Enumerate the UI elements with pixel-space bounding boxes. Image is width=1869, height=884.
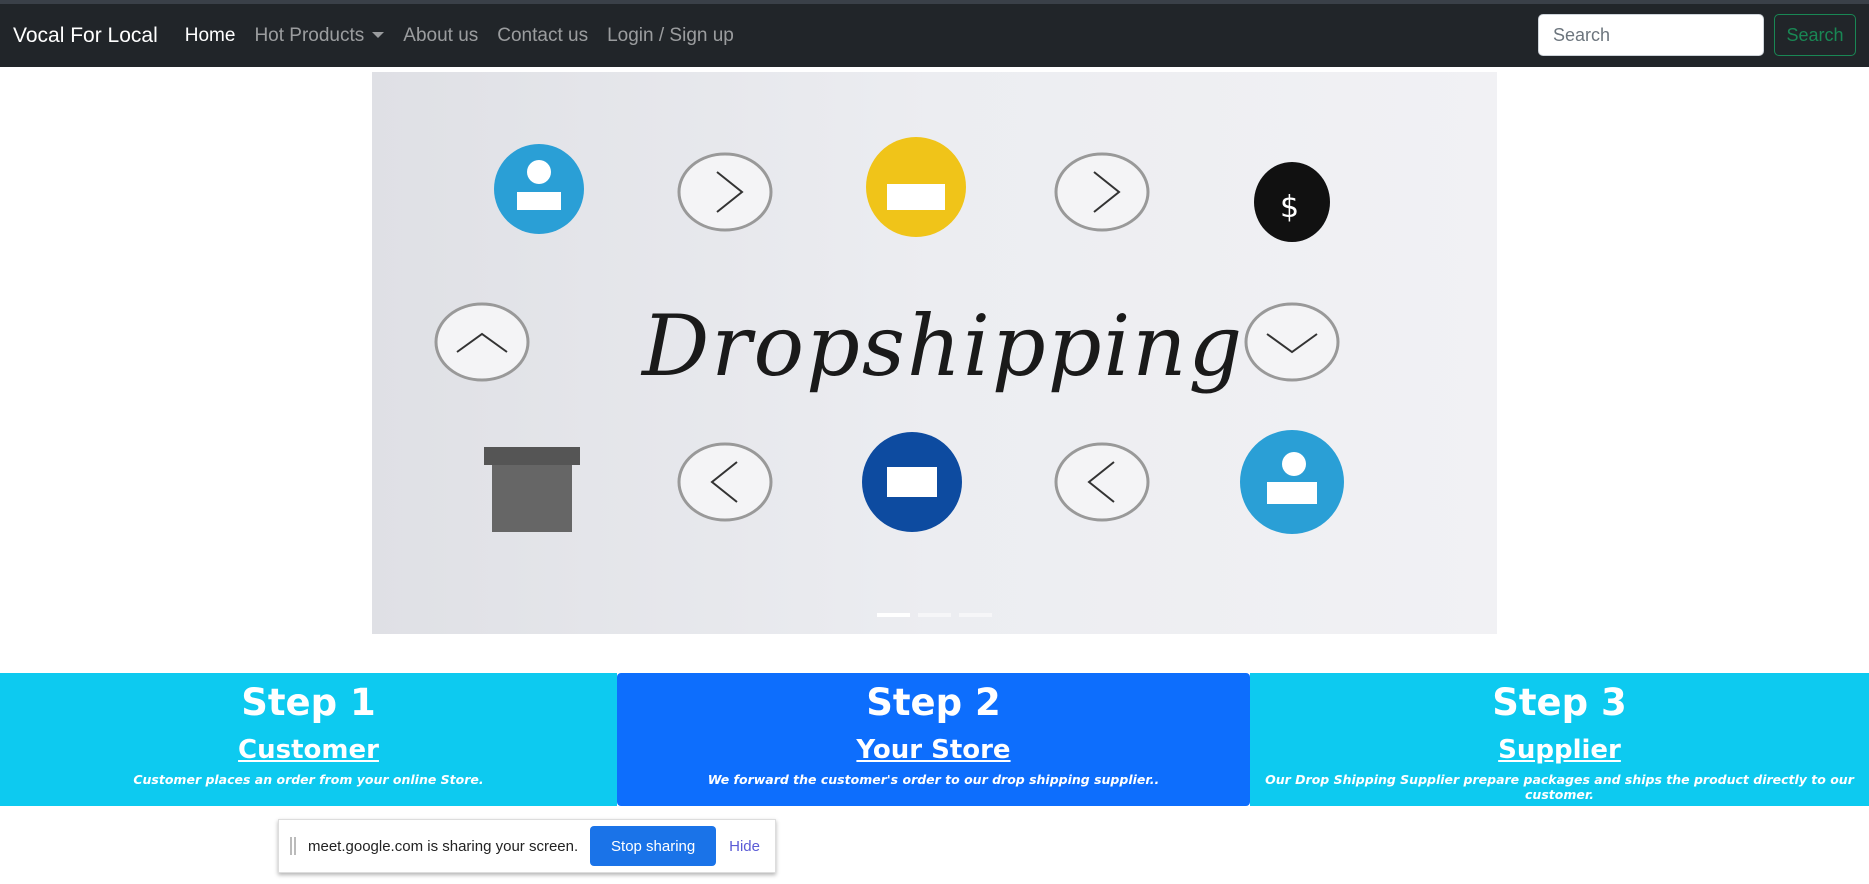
step-title: Step 2 <box>866 681 1001 724</box>
step-link-customer[interactable]: Customer <box>238 734 379 766</box>
search-button[interactable]: Search <box>1774 14 1856 56</box>
chevron-up-icon <box>434 302 530 382</box>
nav-contact[interactable]: Contact us <box>497 25 588 47</box>
nav-about[interactable]: About us <box>403 25 478 47</box>
carousel-image-text: Dropshipping <box>642 297 1245 395</box>
step-description: We forward the customer's order to our d… <box>707 772 1160 787</box>
carousel[interactable]: $ Dropshipping <box>372 72 1497 634</box>
hide-link[interactable]: Hide <box>729 838 760 855</box>
chevron-down-icon <box>1244 302 1340 382</box>
carousel-indicator-1[interactable] <box>877 613 910 617</box>
step-card-1: Step 1 Customer Customer places an order… <box>0 673 617 806</box>
nav-hot-products-label: Hot Products <box>254 24 365 46</box>
share-message: meet.google.com is sharing your screen. <box>308 837 579 855</box>
step-description: Our Drop Shipping Supplier prepare packa… <box>1265 772 1854 802</box>
carousel-indicator-2[interactable] <box>918 613 951 617</box>
step-title: Step 1 <box>241 681 376 724</box>
chevron-right-icon <box>677 152 773 232</box>
nav-login[interactable]: Login / Sign up <box>607 25 734 47</box>
step-description: Customer places an order from your onlin… <box>133 772 484 787</box>
customer-icon <box>494 144 584 234</box>
nav-hot-products[interactable]: Hot Products <box>254 24 385 47</box>
nav-home[interactable]: Home <box>185 25 236 47</box>
step-link-your-store[interactable]: Your Store <box>856 734 1010 766</box>
step-link-supplier[interactable]: Supplier <box>1498 734 1621 766</box>
brand-link[interactable]: Vocal For Local <box>13 24 158 48</box>
drag-handle-icon[interactable] <box>290 837 296 855</box>
carousel-indicators <box>877 613 992 617</box>
caret-down-icon <box>372 32 385 39</box>
stop-sharing-button[interactable]: Stop sharing <box>590 826 717 866</box>
chevron-left-icon <box>1054 442 1150 522</box>
svg-text:$: $ <box>1280 190 1299 225</box>
gift-icon <box>492 462 572 532</box>
chevron-left-icon <box>677 442 773 522</box>
carousel-indicator-3[interactable] <box>959 613 992 617</box>
step-card-3: Step 3 Supplier Our Drop Shipping Suppli… <box>1250 673 1869 806</box>
chevron-right-icon <box>1054 152 1150 232</box>
step-title: Step 3 <box>1492 681 1627 724</box>
screen-share-bar: meet.google.com is sharing your screen. … <box>278 819 776 873</box>
steps-section: Step 1 Customer Customer places an order… <box>0 673 1869 806</box>
search-input[interactable] <box>1538 14 1764 56</box>
step-card-2: Step 2 Your Store We forward the custome… <box>617 673 1250 806</box>
navbar: Vocal For Local Home Hot Products About … <box>0 4 1869 67</box>
